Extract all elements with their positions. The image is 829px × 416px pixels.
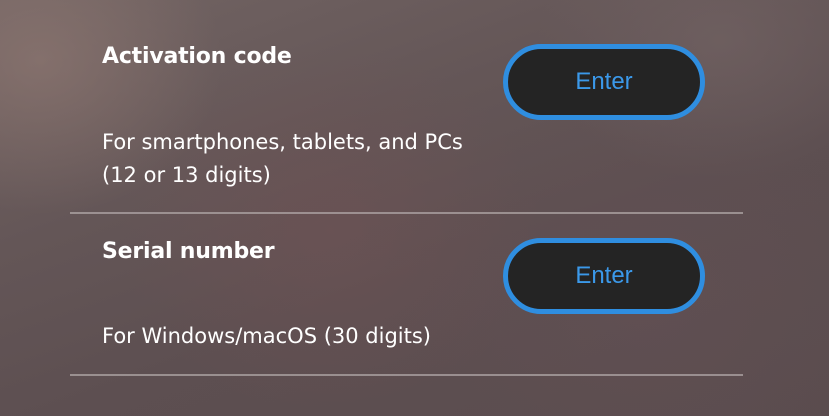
serial-number-description: For Windows/macOS (30 digits)	[102, 320, 431, 353]
activation-code-description-line2: (12 or 13 digits)	[102, 163, 271, 187]
activation-code-title: Activation code	[102, 44, 292, 69]
serial-number-description-line1: For Windows/macOS (30 digits)	[102, 324, 431, 348]
serial-number-enter-button[interactable]: Enter	[503, 238, 705, 314]
entry-options-panel: Activation code For smartphones, tablets…	[70, 0, 743, 416]
serial-number-title: Serial number	[102, 239, 275, 264]
activation-code-description-line1: For smartphones, tablets, and PCs	[102, 130, 463, 154]
activation-code-enter-button[interactable]: Enter	[503, 44, 705, 120]
divider	[70, 374, 743, 376]
serial-number-option: Serial number For Windows/macOS (30 digi…	[70, 214, 743, 375]
activation-code-option: Activation code For smartphones, tablets…	[70, 0, 743, 213]
activation-code-description: For smartphones, tablets, and PCs (12 or…	[102, 126, 463, 192]
